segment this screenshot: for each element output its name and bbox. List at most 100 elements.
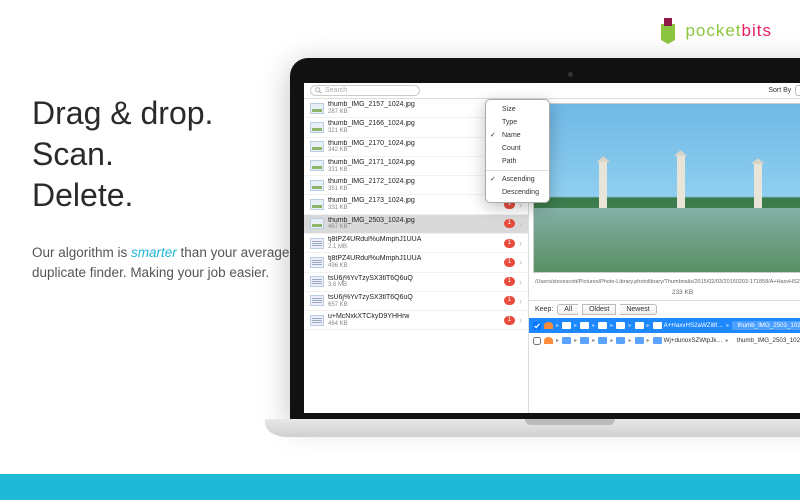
image-icon (310, 199, 324, 210)
image-icon (310, 180, 324, 191)
document-icon (310, 315, 324, 326)
duplicate-count-badge: 1 (504, 239, 515, 248)
file-size: 2.1 MB (328, 244, 500, 251)
search-icon (315, 87, 322, 94)
footer-bar (0, 474, 800, 500)
keep-label: Keep: (535, 306, 553, 313)
image-icon (310, 122, 324, 133)
keep-oldest-button[interactable]: Oldest (582, 304, 616, 315)
toolbar: Search Sort By Name (304, 83, 800, 99)
duplicate-count-badge: 1 (504, 258, 515, 267)
tagline: Our algorithm is smarter than your avera… (32, 243, 332, 282)
image-preview (533, 103, 800, 273)
file-name: tj8tPZ4URdul%uMmphJ1UUA (328, 236, 500, 244)
marketing-copy: Drag & drop. Scan. Delete. Our algorithm… (32, 95, 332, 283)
image-icon (310, 218, 324, 229)
sort-option-count[interactable]: Count (486, 142, 549, 155)
image-icon (310, 103, 324, 114)
brand-name: pocketbits (685, 21, 772, 41)
chevron-right-icon: › (519, 257, 522, 267)
folder-icon (598, 322, 607, 329)
search-input[interactable]: Search (310, 85, 420, 96)
file-name: thumb_IMG_2173_1024.jpg (328, 197, 500, 205)
folder-icon (562, 337, 571, 344)
file-size: 351 KB (328, 186, 500, 193)
sortby-select[interactable]: Name (795, 85, 800, 96)
duplicate-filename: thumb_IMG_2503_1024.jpg (732, 336, 800, 345)
folder-icon (562, 322, 571, 329)
folder-icon (580, 322, 589, 329)
sort-menu: Size Type Name Count Path Ascending Desc… (485, 99, 550, 203)
app-window: Search Sort By Name Size Type Name Count… (304, 83, 800, 413)
list-item[interactable]: tj8tPZ4URdul%uMmphJ1UUA2.1 MB 1 › (304, 234, 528, 253)
duplicate-count-badge: 1 (504, 296, 515, 305)
headline-line-1: Drag & drop. (32, 95, 332, 132)
preview-pane: /Users/stevescott/Pictures/Photo-Library… (529, 99, 800, 413)
home-icon (544, 337, 553, 344)
select-duplicate-checkbox[interactable] (533, 337, 541, 345)
chevron-right-icon: › (519, 238, 522, 248)
duplicate-count-badge: 1 (504, 277, 515, 286)
sortby-label: Sort By (768, 87, 791, 94)
file-size: 331 KB (328, 167, 500, 174)
folder-icon (653, 322, 662, 329)
headline-line-3: Delete. (32, 177, 332, 214)
list-item[interactable]: tsU6j%YvTzySX3tlT6Q6uQ657 KB1› (304, 292, 528, 311)
folder-icon (635, 322, 644, 329)
keep-controls: Keep: All Oldest Newest (529, 300, 800, 318)
home-icon (544, 322, 553, 329)
document-icon (310, 295, 324, 306)
keep-all-button[interactable]: All (557, 304, 578, 315)
document-icon (310, 257, 324, 268)
folder-icon (635, 337, 644, 344)
document-icon (310, 276, 324, 287)
file-path: /Users/stevescott/Pictures/Photo-Library… (529, 277, 800, 287)
chevron-right-icon: › (519, 315, 522, 325)
list-item[interactable]: tsU6j%YvTzySX3tlT6Q6uQ3.6 MB 1 › (304, 273, 528, 292)
file-size: 496 KB (328, 263, 500, 270)
duplicate-filename: thumb_IMG_2503_1024.jpg (732, 321, 800, 330)
duplicate-path-row[interactable]: ▸▸▸▸▸▸ A+HaxvHS2aWZi8f…▸thumb_IMG_2503_1… (529, 318, 800, 333)
file-size: 657 KB (328, 302, 500, 309)
list-item[interactable]: thumb_IMG_2503_1024.jpg467 KB1› (304, 215, 528, 234)
file-size: 464 KB (328, 321, 500, 328)
duplicate-path-row[interactable]: ▸▸▸▸▸▸ Wj+dunoxSZWtpJk…▸thumb_IMG_2503_1… (529, 333, 800, 348)
file-name: thumb_IMG_2503_1024.jpg (328, 217, 500, 225)
file-name: thumb_IMG_2172_1024.jpg (328, 178, 500, 186)
list-item[interactable]: tj8tPZ4URdul%uMmphJ1UUA496 KB 1 › (304, 253, 528, 272)
sort-option-name[interactable]: Name (486, 129, 549, 142)
folder-icon (598, 337, 607, 344)
file-name: u+McNxkXTCkyD9YHHrw (328, 313, 500, 321)
laptop-base (265, 419, 800, 437)
chevron-right-icon: › (519, 296, 522, 306)
folder-icon (580, 337, 589, 344)
file-name: thumb_IMG_2171_1024.jpg (328, 159, 500, 167)
image-icon (310, 141, 324, 152)
chevron-right-icon: › (519, 277, 522, 287)
webcam-icon (568, 72, 573, 77)
image-icon (310, 160, 324, 171)
file-size: 331 KB (328, 205, 500, 212)
duplicate-count-badge: 1 (504, 316, 515, 325)
folder-icon (653, 337, 662, 344)
folder-icon (616, 337, 625, 344)
sort-order-descending[interactable]: Descending (486, 186, 549, 199)
file-name: tsU6j%YvTzySX3tlT6Q6uQ (328, 275, 500, 283)
headline-line-2: Scan. (32, 136, 332, 173)
brand-logo-icon (657, 18, 679, 44)
brand: pocketbits (657, 18, 772, 44)
file-size: 467 KB (328, 224, 500, 231)
document-icon (310, 238, 324, 249)
sort-option-path[interactable]: Path (486, 155, 549, 168)
file-size: 3.6 MB (328, 282, 500, 289)
sort-option-type[interactable]: Type (486, 116, 549, 129)
keep-newest-button[interactable]: Newest (620, 304, 656, 315)
select-duplicate-checkbox[interactable] (533, 322, 541, 330)
laptop-frame: Search Sort By Name Size Type Name Count… (290, 58, 800, 437)
sort-option-size[interactable]: Size (486, 103, 549, 116)
chevron-right-icon: › (519, 219, 522, 229)
sort-order-ascending[interactable]: Ascending (486, 173, 549, 186)
folder-icon (616, 322, 625, 329)
list-item[interactable]: u+McNxkXTCkyD9YHHrw464 KB 1 › (304, 311, 528, 330)
file-name: tj8tPZ4URdul%uMmphJ1UUA (328, 255, 500, 263)
